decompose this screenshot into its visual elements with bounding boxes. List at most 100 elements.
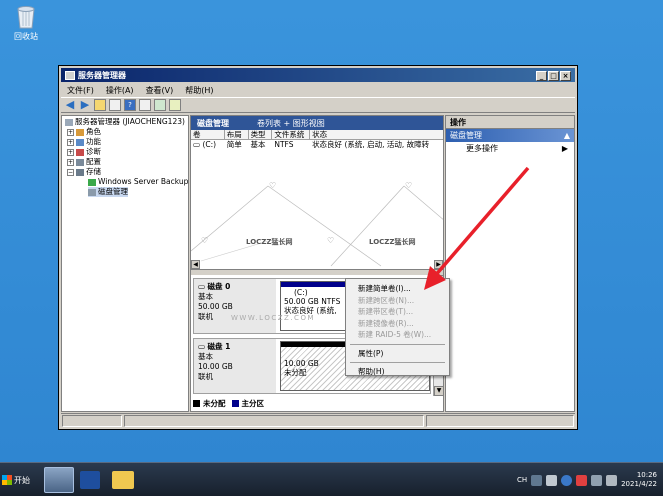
tree-item-storage[interactable]: − 存储 bbox=[67, 167, 101, 177]
help-tray-icon[interactable] bbox=[561, 474, 573, 486]
forward-arrow-icon[interactable]: ▶ bbox=[79, 99, 91, 111]
maximize-button[interactable]: □ bbox=[548, 71, 559, 81]
taskbar-server-manager-button[interactable] bbox=[44, 467, 74, 493]
expand-icon[interactable]: + bbox=[67, 138, 74, 146]
filesystem-cell: NTFS bbox=[274, 140, 294, 149]
up-folder-icon[interactable] bbox=[94, 99, 106, 111]
status-cell-2 bbox=[124, 415, 424, 427]
svg-text:♡: ♡ bbox=[405, 181, 412, 190]
input-method-icon[interactable] bbox=[546, 474, 558, 486]
actions-pane: 操作 磁盘管理 ▲ 更多操作 ▶ bbox=[445, 115, 575, 412]
collapse-up-icon[interactable]: ▲ bbox=[564, 129, 570, 142]
svg-text:♡: ♡ bbox=[201, 236, 208, 245]
navigation-tree: 服务器管理器 (JIAOCHENG123) + 角色 + 功能 + 诊断 + 配置 − 存… bbox=[61, 115, 189, 412]
menu-help-item[interactable]: 帮助(H) bbox=[346, 366, 449, 378]
backup-icon bbox=[88, 178, 96, 186]
context-menu: 新建简单卷(I)... 新建跨区卷(N)... 新建带区卷(T)... 新建镜像… bbox=[345, 278, 450, 376]
menu-help[interactable]: 帮助(H) bbox=[179, 85, 219, 96]
language-indicator[interactable]: CH bbox=[517, 476, 527, 484]
toolbar: ◀ ▶ ? bbox=[61, 97, 575, 113]
column-header-status[interactable]: 状态 bbox=[310, 130, 443, 139]
menu-properties[interactable]: 属性(P) bbox=[346, 348, 449, 360]
title-bar[interactable]: 服务器管理器 _ □ × bbox=[61, 68, 575, 82]
taskbar-powershell-icon[interactable] bbox=[80, 471, 100, 489]
scroll-right-arrow[interactable]: ▶ bbox=[434, 260, 443, 269]
expand-icon[interactable]: + bbox=[67, 158, 74, 166]
expand-icon[interactable]: + bbox=[67, 148, 74, 156]
back-arrow-icon[interactable]: ◀ bbox=[64, 99, 76, 111]
clock-date: 2021/4/22 bbox=[621, 480, 657, 488]
volume-list-header: 卷 布局 类型 文件系统 状态 bbox=[191, 130, 443, 140]
column-header-volume[interactable]: 卷 bbox=[191, 130, 225, 139]
expand-icon[interactable]: + bbox=[67, 128, 74, 136]
clock[interactable]: 10:26 2021/4/22 bbox=[621, 471, 657, 489]
disk-1-type: 基本 bbox=[198, 352, 213, 361]
scroll-left-arrow[interactable]: ◀ bbox=[191, 260, 200, 269]
watermark-url: WWW.LOCZZ.COM bbox=[231, 314, 315, 322]
features-icon bbox=[76, 138, 84, 146]
windows-logo-icon bbox=[2, 475, 12, 485]
taskbar-explorer-icon[interactable] bbox=[112, 471, 134, 489]
view-icon[interactable] bbox=[139, 99, 151, 111]
show-hide-tree-icon[interactable] bbox=[109, 99, 121, 111]
menu-new-mirrored-volume[interactable]: 新建镜像卷(R)... bbox=[346, 318, 449, 330]
menu-new-spanned-volume[interactable]: 新建跨区卷(N)... bbox=[346, 295, 449, 307]
menu-action[interactable]: 操作(A) bbox=[100, 85, 140, 96]
layout-cell: 简单 bbox=[226, 140, 242, 149]
action-center-icon[interactable] bbox=[576, 474, 588, 486]
watermark-graphic: ♡ ♡ ♡ ♡ bbox=[191, 181, 443, 267]
disk-1-name: 磁盘 1 bbox=[207, 342, 231, 351]
status-cell-3 bbox=[426, 415, 574, 427]
recycle-bin[interactable]: 回收站 bbox=[6, 3, 46, 42]
volume-icon[interactable] bbox=[606, 474, 618, 486]
legend-unallocated-swatch bbox=[193, 400, 200, 407]
legend-primary: 主分区 bbox=[241, 399, 265, 408]
menu-new-simple-volume[interactable]: 新建简单卷(I)... bbox=[346, 283, 449, 295]
column-header-type[interactable]: 类型 bbox=[249, 130, 273, 139]
help-icon[interactable]: ? bbox=[124, 99, 136, 111]
actions-section-disk-management[interactable]: 磁盘管理 ▲ bbox=[446, 129, 574, 142]
column-header-filesystem[interactable]: 文件系统 bbox=[272, 130, 311, 139]
start-button[interactable]: 开始 bbox=[2, 471, 36, 489]
app-icon bbox=[65, 70, 75, 80]
pane-title: 磁盘管理 bbox=[197, 118, 229, 128]
status-bar bbox=[61, 413, 575, 427]
close-button[interactable]: × bbox=[560, 71, 571, 81]
pane-subtitle: 卷列表 + 图形视图 bbox=[257, 118, 325, 128]
network-icon[interactable] bbox=[591, 474, 603, 486]
more-actions[interactable]: 更多操作 ▶ bbox=[446, 142, 574, 155]
storage-icon bbox=[76, 168, 84, 176]
actions-title: 操作 bbox=[446, 116, 574, 129]
menu-view[interactable]: 查看(V) bbox=[140, 85, 180, 96]
volume-row[interactable]: ▭ (C:) 简单 基本 NTFS 状态良好 (系统, 启动, 活动, 故障转 bbox=[191, 140, 443, 150]
properties-icon[interactable] bbox=[154, 99, 166, 111]
tree-root[interactable]: 服务器管理器 (JIAOCHENG123) bbox=[65, 117, 185, 127]
clock-time: 10:26 bbox=[636, 471, 657, 479]
scroll-down-arrow[interactable]: ▼ bbox=[434, 386, 443, 396]
status-cell: 状态良好 (系统, 启动, 活动, 故障转 bbox=[312, 140, 430, 149]
menu-new-striped-volume[interactable]: 新建带区卷(T)... bbox=[346, 306, 449, 318]
disk-0-info: ▭ 磁盘 0 基本 50.00 GB 联机 bbox=[194, 279, 276, 333]
disk-1-size: 10.00 GB bbox=[198, 362, 233, 371]
type-cell: 基本 bbox=[250, 140, 266, 149]
tree-item-disk-management[interactable]: 磁盘管理 bbox=[88, 187, 128, 197]
tree-item-diagnostics[interactable]: + 诊断 bbox=[67, 147, 101, 157]
pane-header: 磁盘管理 卷列表 + 图形视图 bbox=[191, 116, 443, 130]
tree-item-windows-server-backup[interactable]: Windows Server Backup bbox=[88, 177, 188, 187]
tree-item-features[interactable]: + 功能 bbox=[67, 137, 101, 147]
window-title: 服务器管理器 bbox=[78, 70, 126, 80]
tree-item-roles[interactable]: + 角色 bbox=[67, 127, 101, 137]
check-icon[interactable] bbox=[169, 99, 181, 111]
tree-item-config[interactable]: + 配置 bbox=[67, 157, 101, 167]
minimize-button[interactable]: _ bbox=[536, 71, 547, 81]
menu-new-raid5-volume[interactable]: 新建 RAID-5 卷(W)... bbox=[346, 329, 449, 341]
submenu-arrow-icon: ▶ bbox=[561, 144, 568, 153]
legend-primary-swatch bbox=[231, 400, 239, 407]
menu-file[interactable]: 文件(F) bbox=[61, 85, 100, 96]
column-header-layout[interactable]: 布局 bbox=[225, 130, 249, 139]
keyboard-icon[interactable] bbox=[531, 474, 543, 486]
pane-splitter[interactable] bbox=[191, 269, 443, 275]
collapse-icon[interactable]: − bbox=[67, 168, 74, 176]
disk-1-info: ▭ 磁盘 1 基本 10.00 GB 联机 bbox=[194, 339, 276, 393]
diagnostics-icon bbox=[76, 148, 84, 156]
